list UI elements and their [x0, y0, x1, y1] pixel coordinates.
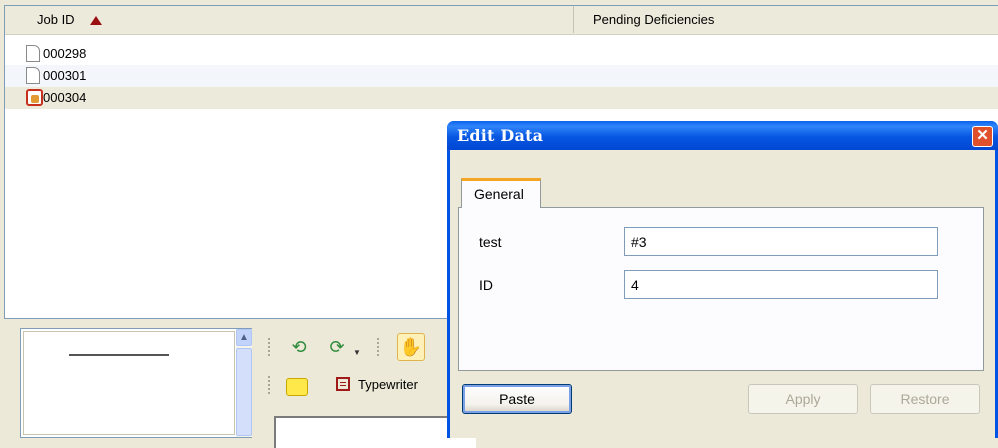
- list-row[interactable]: 000301: [5, 65, 998, 87]
- id-field[interactable]: [624, 270, 938, 299]
- column-header-pending-deficiencies[interactable]: Pending Deficiencies: [575, 6, 998, 33]
- apply-button[interactable]: Apply: [748, 384, 858, 414]
- dialog-body: General test ID Paste Apply Restore: [450, 150, 995, 438]
- field-label-test: test: [479, 234, 502, 250]
- sort-ascending-icon: [90, 16, 103, 26]
- hand-tool-icon[interactable]: ✋: [397, 333, 425, 361]
- list-header: Job ID Pending Deficiencies: [5, 6, 998, 35]
- rotate-right-icon[interactable]: ⟳: [324, 334, 350, 360]
- list-row[interactable]: 000298: [5, 43, 998, 65]
- toolbar-grip-icon[interactable]: [268, 376, 274, 394]
- chevron-down-icon[interactable]: ▼: [353, 348, 361, 357]
- job-id-cell: 000304: [43, 90, 87, 105]
- tab-general[interactable]: General: [461, 178, 541, 208]
- typewriter-icon[interactable]: [336, 377, 350, 391]
- rotate-left-icon[interactable]: ⟲: [286, 334, 312, 360]
- dialog-titlebar[interactable]: Edit Data ✕: [447, 121, 998, 150]
- job-id-cell: 000298: [43, 46, 87, 61]
- close-icon[interactable]: ✕: [972, 126, 993, 147]
- column-label: Pending Deficiencies: [593, 12, 715, 27]
- edit-data-dialog: Edit Data ✕ General test ID Paste Apply …: [447, 121, 998, 438]
- field-label-id: ID: [479, 277, 493, 293]
- sticky-note-icon[interactable]: [286, 378, 308, 396]
- scroll-up-icon[interactable]: ▲: [236, 329, 252, 346]
- document-view[interactable]: [274, 416, 476, 448]
- restore-button[interactable]: Restore: [870, 384, 980, 414]
- paste-button[interactable]: Paste: [462, 384, 572, 414]
- vertical-scrollbar[interactable]: ▲: [236, 329, 252, 437]
- document-flagged-icon: [26, 89, 43, 106]
- scroll-thumb[interactable]: [236, 348, 252, 436]
- test-field[interactable]: [624, 227, 938, 256]
- column-header-job-id[interactable]: Job ID: [5, 6, 574, 33]
- list-row-selected[interactable]: 000304: [5, 87, 998, 109]
- job-id-cell: 000301: [43, 68, 87, 83]
- thumbnail-pane: ▲: [20, 328, 252, 438]
- thumbnail-text-line: [69, 354, 169, 356]
- document-icon: [26, 45, 40, 62]
- toolbar-grip-icon[interactable]: [268, 338, 274, 356]
- document-icon: [26, 67, 40, 84]
- dialog-title: Edit Data: [457, 126, 544, 145]
- column-label: Job ID: [37, 12, 75, 27]
- tab-panel-general: test ID: [458, 207, 984, 371]
- page-thumbnail[interactable]: [23, 331, 235, 435]
- typewriter-button-label[interactable]: Typewriter: [358, 377, 418, 392]
- toolbar-grip-icon[interactable]: [377, 338, 383, 356]
